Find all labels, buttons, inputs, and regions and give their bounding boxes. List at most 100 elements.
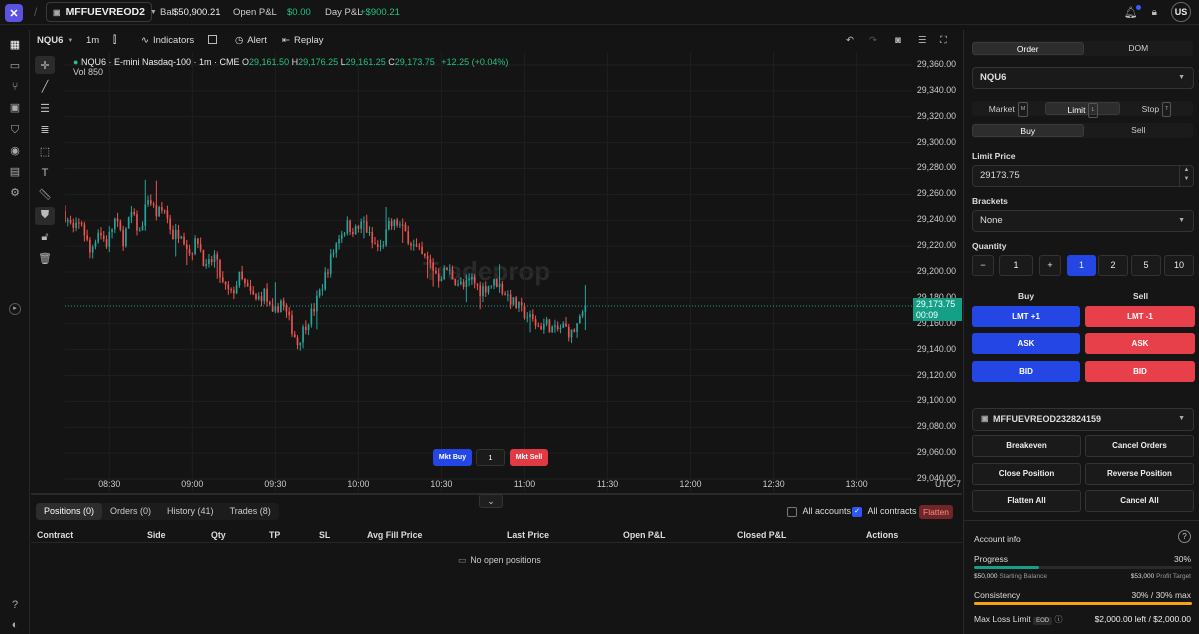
trendline-icon[interactable]: ╱ — [35, 78, 55, 96]
breakeven-button[interactable]: Breakeven — [972, 435, 1081, 457]
branch-icon[interactable]: ⑂ — [8, 80, 22, 94]
tab-dom[interactable]: DOM — [1084, 42, 1194, 55]
tab-positions[interactable]: Positions (0) — [36, 503, 103, 520]
tab-order[interactable]: Order — [972, 42, 1084, 55]
brackets-select[interactable]: None ▼ — [972, 210, 1194, 232]
redo-button[interactable]: ↷ — [869, 35, 877, 46]
tab-stop[interactable]: Stop T — [1120, 102, 1193, 117]
horizontal-lines-icon[interactable]: ☰ — [35, 99, 55, 117]
candle-type-button[interactable]: ⫿ — [113, 35, 116, 46]
tab-orders[interactable]: Orders (0) — [102, 503, 159, 520]
tab-buy[interactable]: Buy — [972, 124, 1084, 137]
wallet-icon[interactable]: ▣ — [8, 101, 22, 115]
info-icon[interactable]: ⓘ — [1054, 615, 1062, 624]
fullscreen-button[interactable]: ⛶ — [940, 35, 947, 46]
replay-button[interactable]: ⇤ Replay — [282, 35, 324, 46]
col-sl[interactable]: SL — [319, 530, 330, 540]
col-avg-fill[interactable]: Avg Fill Price — [367, 530, 422, 540]
checkbox-unchecked-icon[interactable] — [787, 506, 797, 517]
lock-icon[interactable]: 🔒︎ — [1152, 7, 1157, 18]
trading-account-select[interactable]: ▣ MFFUEVREOD232824159 ▼ — [972, 408, 1194, 431]
alert-button[interactable]: ◷ Alert — [235, 35, 267, 46]
sell-bid-button[interactable]: BID — [1085, 361, 1195, 382]
account-selector[interactable]: ▣ MFFUEVREOD2 ▼ — [46, 2, 157, 22]
preset-1-button[interactable]: 1 — [1067, 255, 1096, 276]
limit-price-input[interactable]: 29173.75 ▲ ▼ — [972, 165, 1194, 187]
candle-body — [556, 325, 559, 330]
col-actions[interactable]: Actions — [866, 530, 898, 540]
settings-icon[interactable]: ⚙ — [8, 186, 22, 200]
flatten-button[interactable]: Flatten — [919, 505, 953, 519]
col-qty[interactable]: Qty — [211, 530, 226, 540]
undo-button[interactable]: ↶ — [846, 35, 854, 46]
expand-icon[interactable]: ▸ — [9, 303, 21, 315]
chart-area[interactable]: NQU6 ▼ 1m ⫿ ∿ Indicators ◷ Alert ⇤ Replay ↶ … — [31, 30, 962, 493]
sell-ask-button[interactable]: ASK — [1085, 333, 1195, 354]
chart-icon[interactable]: ▦ — [8, 38, 22, 52]
cancel-all-button[interactable]: Cancel All — [1085, 490, 1194, 512]
symbol-selector[interactable]: NQU6 ▼ — [37, 35, 73, 46]
market-buy-button[interactable]: Mkt Buy — [433, 449, 472, 466]
ruler-icon[interactable]: 📏︎ — [35, 185, 55, 203]
book-icon[interactable]: ▭ — [8, 59, 22, 73]
all-accounts-filter[interactable]: All accounts — [787, 506, 851, 517]
chart-settings-button[interactable]: ☰ — [918, 35, 927, 46]
timezone-label[interactable]: UTC-7 — [935, 479, 961, 489]
minus-button[interactable]: − — [972, 255, 994, 276]
preset-5-button[interactable]: 5 — [1131, 255, 1161, 276]
indicators-button[interactable]: ∿ Indicators — [141, 35, 194, 46]
candlestick-plot[interactable] — [65, 52, 912, 492]
market-qty-input[interactable]: 1 — [476, 449, 505, 466]
panel-symbol-select[interactable]: NQU6 ▼ — [972, 67, 1194, 89]
text-icon[interactable]: T — [35, 164, 55, 182]
user-avatar[interactable]: US — [1171, 2, 1191, 22]
price-axis[interactable]: 29,040.00 29,060.00 29,080.00 29,100.00 29,1… — [912, 52, 962, 492]
stepper-icon[interactable]: ▲ ▼ — [1179, 166, 1193, 186]
col-side[interactable]: Side — [147, 530, 166, 540]
fib-icon[interactable]: ≣ — [35, 121, 55, 139]
shield-icon[interactable]: ⛉ — [8, 123, 22, 137]
lock-drawings-icon[interactable]: 🔓︎ — [35, 228, 55, 246]
collapse-panel-button[interactable]: ⌄ — [479, 494, 503, 508]
tab-history[interactable]: History (41) — [159, 503, 222, 520]
cancel-orders-button[interactable]: Cancel Orders — [1085, 435, 1194, 457]
col-closed-pnl[interactable]: Closed P&L — [737, 530, 786, 540]
layout-button[interactable] — [208, 35, 217, 44]
calendar-icon[interactable]: ▤ — [8, 165, 22, 179]
preset-2-button[interactable]: 2 — [1098, 255, 1128, 276]
all-contracts-filter[interactable]: ✓ All contracts — [852, 506, 917, 517]
col-tp[interactable]: TP — [269, 530, 280, 540]
market-sell-button[interactable]: Mkt Sell — [510, 449, 548, 466]
magnet-icon[interactable]: ⛊ — [35, 206, 55, 225]
buy-limit-button[interactable]: LMT +1 — [972, 306, 1080, 327]
flatten-all-button[interactable]: Flatten All — [972, 490, 1081, 512]
buy-bid-button[interactable]: BID — [972, 361, 1080, 382]
tab-sell[interactable]: Sell — [1084, 124, 1194, 137]
checkbox-checked-icon[interactable]: ✓ — [852, 506, 862, 517]
trash-icon[interactable]: 🗑︎ — [35, 250, 55, 268]
quantity-input[interactable]: 1 — [999, 255, 1033, 276]
close-position-button[interactable]: Close Position — [972, 463, 1081, 485]
buy-ask-button[interactable]: ASK — [972, 333, 1080, 354]
help-icon[interactable]: ? — [8, 598, 22, 612]
col-last-price[interactable]: Last Price — [507, 530, 549, 540]
app-logo-icon[interactable]: ✕ — [5, 4, 23, 22]
crosshair-icon[interactable]: ✛ — [35, 56, 55, 74]
time-axis[interactable]: UTC-7 08:30 09:00 09:30 10:00 10:30 11:00 11:3… — [31, 476, 962, 493]
plus-button[interactable]: + — [1039, 255, 1061, 276]
col-open-pnl[interactable]: Open P&L — [623, 530, 666, 540]
interval-selector[interactable]: 1m — [86, 35, 99, 46]
bell-icon[interactable]: 🔔︎ — [1124, 4, 1141, 19]
screenshot-button[interactable]: ◙ — [895, 35, 901, 46]
sell-limit-button[interactable]: LMT -1 — [1085, 306, 1195, 327]
tab-market[interactable]: Market M — [972, 102, 1045, 117]
preset-10-button[interactable]: 10 — [1164, 255, 1194, 276]
rectangle-icon[interactable]: ⬚ — [35, 142, 55, 160]
dollar-icon[interactable]: ◉ — [8, 144, 22, 158]
reverse-position-button[interactable]: Reverse Position — [1085, 463, 1194, 485]
tab-trades[interactable]: Trades (8) — [222, 503, 279, 520]
col-contract[interactable]: Contract — [37, 530, 73, 540]
tab-limit[interactable]: Limit L — [1045, 102, 1120, 118]
help-icon[interactable]: ? — [1178, 530, 1191, 543]
discord-icon[interactable]: ◐ — [8, 618, 22, 632]
